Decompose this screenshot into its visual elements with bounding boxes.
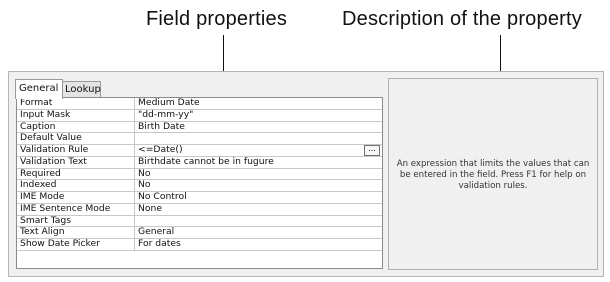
expression-builder-button[interactable]: ... — [364, 145, 380, 156]
property-row-validation-rule[interactable]: Validation Rule <=Date() ... — [17, 145, 382, 157]
property-value[interactable]: General — [138, 227, 362, 238]
property-row-default-value[interactable]: Default Value — [17, 133, 382, 145]
property-name: IME Mode — [20, 192, 65, 202]
column-divider — [134, 98, 135, 109]
property-value[interactable]: No Control — [138, 192, 362, 203]
property-value[interactable]: None — [138, 204, 362, 215]
property-name: Required — [20, 168, 61, 179]
property-row-input-mask[interactable]: Input Mask "dd-mm-yy" — [17, 109, 382, 122]
property-name: Smart Tags — [20, 215, 72, 226]
property-value[interactable]: Medium Date — [138, 98, 362, 109]
column-divider — [134, 121, 135, 133]
property-name: Default Value — [20, 133, 82, 144]
property-row-required[interactable]: Required No — [17, 168, 382, 181]
property-name: Validation Rule — [20, 145, 89, 155]
property-description-text: An expression that limits the values tha… — [396, 159, 590, 191]
property-value[interactable]: Birthdate cannot be in fugure — [138, 157, 362, 168]
property-row-indexed[interactable]: Indexed No — [17, 180, 382, 192]
property-row-text-align[interactable]: Text Align General — [17, 227, 382, 239]
property-name: Input Mask — [20, 109, 71, 120]
field-properties-pane: General Lookup Format Medium Date Input … — [8, 71, 604, 277]
property-description-panel: An expression that limits the values tha… — [388, 78, 598, 270]
column-divider — [134, 133, 135, 144]
property-value[interactable]: "dd-mm-yy" — [138, 110, 362, 121]
property-value[interactable]: Birth Date — [138, 122, 362, 133]
column-divider — [134, 156, 135, 168]
property-name: Caption — [20, 121, 56, 132]
property-name: Show Date Picker — [20, 239, 100, 249]
property-row-show-date-picker[interactable]: Show Date Picker For dates — [17, 239, 382, 251]
column-divider — [134, 145, 135, 156]
column-divider — [134, 203, 135, 215]
property-name: Validation Text — [20, 156, 87, 167]
property-name: Text Align — [20, 227, 65, 238]
column-divider — [134, 192, 135, 203]
tab-general[interactable]: General — [15, 79, 63, 99]
property-name: Format — [20, 98, 53, 108]
property-value[interactable]: For dates — [138, 239, 362, 250]
tab-lookup[interactable]: Lookup — [61, 81, 101, 97]
property-value[interactable]: No — [138, 169, 362, 180]
column-divider — [134, 109, 135, 121]
property-row-ime-mode[interactable]: IME Mode No Control — [17, 192, 382, 204]
property-value[interactable]: <=Date() — [138, 145, 362, 156]
property-name: Indexed — [20, 180, 57, 191]
property-name: IME Sentence Mode — [20, 203, 111, 214]
property-row-caption[interactable]: Caption Birth Date — [17, 121, 382, 134]
column-divider — [134, 168, 135, 180]
field-properties-callout: Field properties — [146, 8, 288, 30]
property-value[interactable]: No — [138, 180, 362, 191]
property-row-ime-sentence-mode[interactable]: IME Sentence Mode None — [17, 203, 382, 216]
column-divider — [134, 215, 135, 227]
column-divider — [134, 227, 135, 238]
property-row-validation-text[interactable]: Validation Text Birthdate cannot be in f… — [17, 156, 382, 169]
description-callout: Description of the property — [342, 8, 582, 30]
column-divider — [134, 239, 135, 250]
property-row-smart-tags[interactable]: Smart Tags — [17, 215, 382, 228]
property-grid: Format Medium Date Input Mask "dd-mm-yy"… — [16, 97, 383, 269]
column-divider — [134, 180, 135, 191]
property-row-format[interactable]: Format Medium Date — [17, 98, 382, 110]
